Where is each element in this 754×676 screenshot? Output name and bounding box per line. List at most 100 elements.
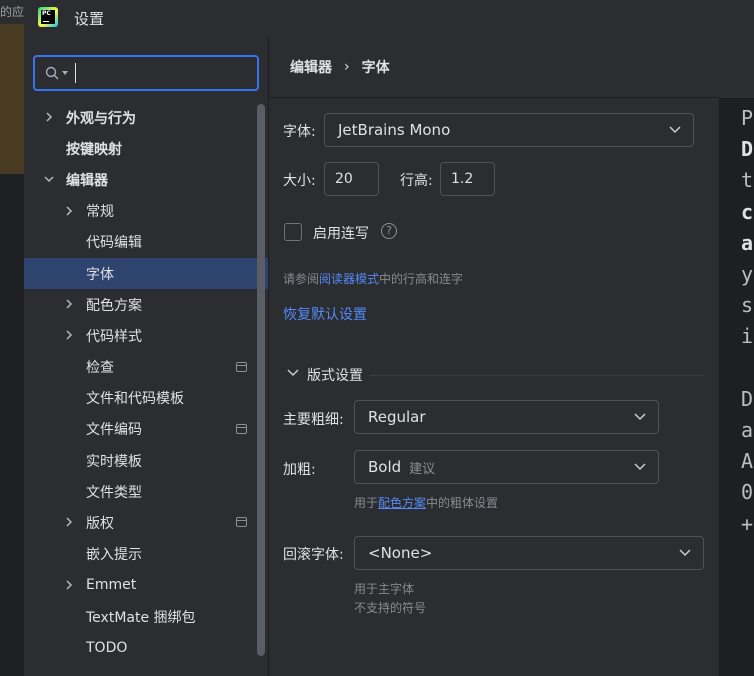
bold-dropdown[interactable]: Bold 建议 [354, 450, 659, 484]
sidebar-item[interactable]: 嵌入提示 [24, 539, 268, 570]
chevron-down-icon [679, 549, 691, 557]
breadcrumb-parent[interactable]: 编辑器 [290, 57, 332, 77]
sidebar-item-label: 嵌入提示 [86, 547, 142, 564]
restore-defaults-link[interactable]: 恢复默认设置 [283, 304, 367, 324]
background-app-lower [0, 174, 24, 676]
sidebar-item[interactable]: TODO [24, 632, 268, 663]
chevron-right-icon[interactable] [63, 329, 75, 341]
sidebar-item-label: 代码编辑 [86, 235, 142, 252]
font-preview-editor[interactable]: P Dt c a y s i Da A 0 + [718, 98, 754, 676]
sidebar-item-label: 文件编码 [86, 422, 142, 439]
chevron-right-icon[interactable] [63, 298, 75, 310]
sidebar-item[interactable]: 检查 [24, 352, 268, 383]
search-input[interactable] [75, 62, 251, 84]
sidebar-item-label: 外观与行为 [66, 110, 136, 127]
preview-line: a [741, 230, 754, 255]
chevron-down-icon [634, 463, 646, 471]
sidebar-scrollbar[interactable] [257, 104, 265, 656]
search-history-dropdown-icon[interactable] [62, 71, 68, 75]
window-title: 设置 [74, 10, 105, 28]
preview-line: 0 [741, 480, 754, 505]
sidebar-item[interactable]: 实时模板 [24, 445, 268, 476]
sidebar-item[interactable]: 文件和代码模板 [24, 383, 268, 414]
color-scheme-link[interactable]: 配色方案 [378, 496, 426, 510]
main-weight-value: Regular [368, 408, 426, 426]
sidebar-item-label: 配色方案 [86, 297, 142, 314]
bold-label: 加粗: [283, 462, 316, 478]
sidebar-item[interactable]: 文件类型 [24, 476, 268, 507]
preview-line: y [741, 262, 754, 286]
sidebar-item[interactable]: 版权 [24, 507, 268, 538]
sidebar-item[interactable]: 字体 [24, 257, 268, 290]
line-height-input[interactable] [440, 162, 495, 196]
typography-section-title[interactable]: 版式设置 [307, 365, 363, 385]
font-settings-panel: 编辑器 › 字体 字体: JetBrains Mono 大小: 行高: 启用连写… [268, 36, 754, 676]
chevron-right-icon[interactable] [63, 516, 75, 528]
preview-line: D [741, 137, 754, 162]
pycharm-logo-icon: PC [38, 7, 58, 27]
line-height-label: 行高: [400, 173, 433, 189]
size-input[interactable] [324, 162, 379, 196]
preview-line: s [741, 293, 754, 318]
chevron-down-icon[interactable] [43, 173, 55, 185]
reader-mode-link[interactable]: 阅读器模式 [319, 272, 379, 286]
project-scope-icon [236, 361, 247, 372]
reader-note-suffix: 中的行高和连字 [379, 272, 464, 286]
sidebar-item-label: 实时模板 [86, 453, 142, 470]
bold-note-suffix: 中的粗体设置 [426, 496, 499, 510]
sidebar-item-label: 文件和代码模板 [86, 391, 184, 408]
chevron-right-icon[interactable] [43, 111, 55, 123]
chevron-right-icon[interactable] [63, 205, 75, 217]
sidebar-item[interactable]: 文件编码 [24, 414, 268, 445]
preview-line: c [741, 199, 754, 224]
preview-line: + [741, 511, 754, 536]
search-icon[interactable] [45, 66, 59, 80]
reader-mode-note: 请参阅阅读器模式中的行高和连字 [283, 270, 463, 287]
sidebar-item-label: 版权 [86, 516, 114, 533]
sidebar-item-label: 编辑器 [66, 172, 108, 189]
font-dropdown[interactable]: JetBrains Mono [324, 113, 694, 147]
breadcrumb-current: 字体 [361, 59, 390, 76]
enable-ligatures-checkbox[interactable] [284, 223, 302, 241]
sidebar-item-label: 文件类型 [86, 484, 142, 501]
fallback-font-dropdown[interactable]: <None> [354, 536, 704, 570]
sidebar-item[interactable]: 常规 [24, 196, 268, 227]
settings-sidebar: 外观与行为按键映射编辑器常规代码编辑字体配色方案代码样式检查文件和代码模板 文件编… [24, 36, 268, 676]
sidebar-item-label: 按键映射 [66, 141, 122, 158]
section-collapse-chevron-icon[interactable] [287, 368, 299, 378]
sidebar-item[interactable]: Emmet [24, 570, 268, 601]
preview-line: P [741, 106, 754, 130]
sidebar-item[interactable]: 按键映射 [24, 133, 268, 164]
search-box[interactable] [33, 55, 259, 91]
sidebar-item[interactable]: 配色方案 [24, 289, 268, 320]
reader-note-prefix: 请参阅 [283, 272, 320, 286]
background-app-text: 的应 [0, 5, 24, 19]
chevron-down-icon [634, 413, 646, 421]
fallback-font-label: 回滚字体: [283, 547, 344, 563]
project-scope-icon [236, 423, 247, 434]
preview-header [718, 36, 754, 98]
bold-hint: 建议 [409, 461, 436, 477]
main-weight-dropdown[interactable]: Regular [354, 400, 659, 434]
chevron-right-icon[interactable] [63, 579, 75, 591]
sidebar-item[interactable]: 编辑器 [24, 164, 268, 195]
sidebar-item-label: 字体 [86, 266, 114, 283]
help-icon[interactable]: ? [381, 223, 397, 239]
sidebar-item[interactable]: 代码样式 [24, 320, 268, 351]
breadcrumb: 编辑器 › 字体 [269, 36, 754, 98]
font-value: JetBrains Mono [338, 121, 451, 139]
sidebar-item[interactable]: 代码编辑 [24, 227, 268, 258]
fallback-font-value: <None> [368, 544, 433, 562]
sidebar-item-label: TextMate 捆绑包 [86, 609, 196, 626]
preview-line: D [741, 386, 754, 411]
fallback-note-line2: 不支持的符号 [354, 601, 427, 615]
sidebar-item-label: 代码样式 [86, 328, 142, 345]
preview-line: i [741, 324, 754, 349]
enable-ligatures-label[interactable]: 启用连写 [313, 223, 369, 243]
fallback-note-line1: 用于主字体 [354, 582, 415, 596]
sidebar-item-label: TODO [86, 639, 128, 656]
sidebar-item[interactable]: TextMate 捆绑包 [24, 601, 268, 632]
breadcrumb-separator: › [344, 58, 350, 75]
sidebar-item[interactable]: 外观与行为 [24, 102, 268, 133]
bold-note: 用于配色方案中的粗体设置 [354, 494, 498, 511]
